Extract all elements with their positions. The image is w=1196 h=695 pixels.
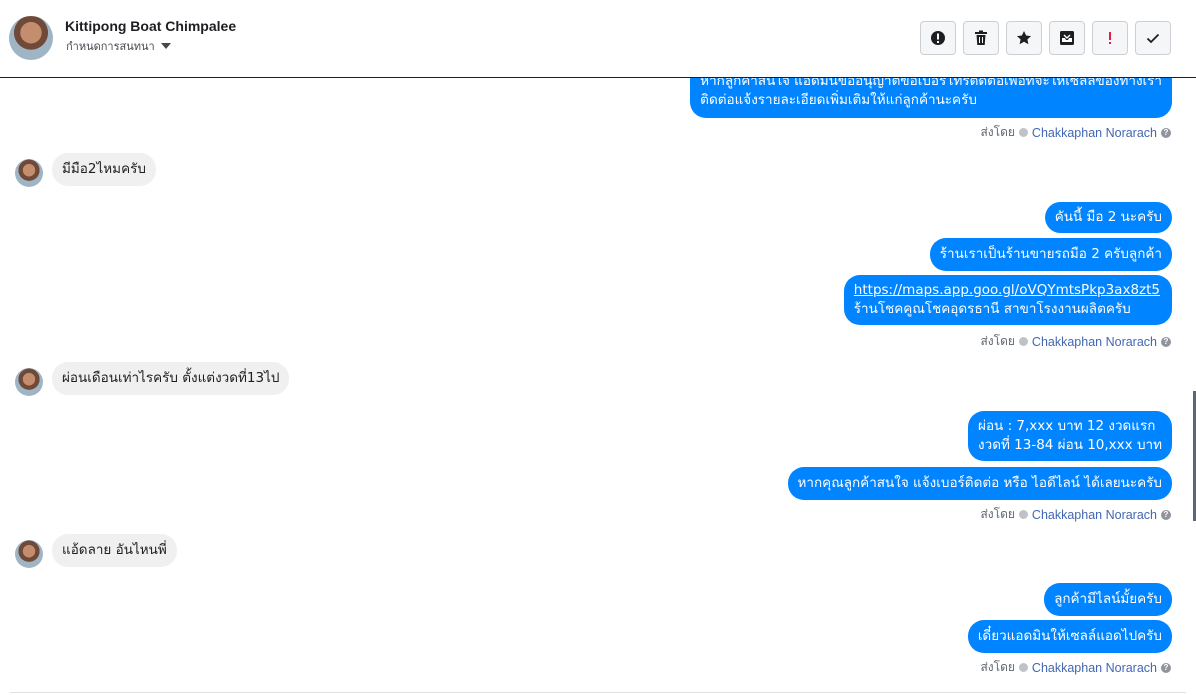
star-icon bbox=[1017, 31, 1031, 45]
sent-by-row: ส่งโดย Chakkaphan Norarach ? bbox=[980, 658, 1171, 677]
assign-conversation-dropdown[interactable]: กำหนดการสนทนา bbox=[66, 40, 171, 52]
sent-by-row: ส่งโดย Chakkaphan Norarach ? bbox=[980, 332, 1171, 351]
message-outgoing[interactable]: ลูกค้ามีไลน์มั้ยครับ bbox=[1044, 583, 1172, 616]
message-text: ผ่อน : 7,xxx บาท 12 งวดแรก bbox=[978, 418, 1156, 434]
message-incoming[interactable]: ผ่อนเดือนเท่าไรครับ ตั้งแต่งวดที่13ไป bbox=[52, 362, 290, 395]
message-incoming[interactable]: มีมือ2ไหมครับ bbox=[52, 153, 156, 186]
agent-status-icon bbox=[1018, 337, 1028, 346]
inbox-icon bbox=[1060, 31, 1074, 45]
sent-by-label: ส่งโดย bbox=[980, 507, 1015, 521]
agent-name[interactable]: Chakkaphan Norarach bbox=[1032, 335, 1157, 349]
sent-by-label: ส่งโดย bbox=[980, 334, 1015, 348]
contact-name[interactable]: Kittipong Boat Chimpalee bbox=[65, 18, 236, 34]
divider bbox=[10, 692, 1186, 693]
exclamation-icon bbox=[1109, 32, 1111, 44]
message-outgoing[interactable]: คันนี้ มือ 2 นะครับ bbox=[1044, 202, 1172, 233]
mark-done-button[interactable] bbox=[1135, 21, 1171, 55]
message-outgoing[interactable]: เดี๋ยวแอดมินให้เซลล์แอดไปครับ bbox=[967, 620, 1172, 653]
conversation-toolbar bbox=[920, 21, 1171, 55]
message-incoming[interactable]: แอ้ดลาย อันไหนพี่ bbox=[52, 534, 177, 567]
sent-by-row: ส่งโดย Chakkaphan Norarach ? bbox=[980, 123, 1171, 142]
delete-button[interactable] bbox=[963, 21, 999, 55]
star-button[interactable] bbox=[1006, 21, 1042, 55]
agent-name[interactable]: Chakkaphan Norarach bbox=[1032, 126, 1157, 140]
help-icon[interactable]: ? bbox=[1161, 662, 1171, 673]
agent-status-icon bbox=[1018, 663, 1028, 672]
message-outgoing[interactable]: https://maps.app.goo.gl/oVQYmtsPkp3ax8zt… bbox=[843, 275, 1172, 325]
message-text: หากลูกค้าสนใจ แอดมินขออนุญาตขอเบอร์โทรติ… bbox=[700, 78, 1162, 89]
agent-name[interactable]: Chakkaphan Norarach bbox=[1032, 661, 1157, 675]
contact-avatar bbox=[15, 540, 43, 568]
follow-up-button[interactable] bbox=[1092, 21, 1128, 55]
contact-avatar bbox=[15, 159, 43, 187]
alert-circle-icon bbox=[931, 31, 945, 45]
sent-by-label: ส่งโดย bbox=[980, 660, 1015, 674]
message-outgoing[interactable]: หากลูกค้าสนใจ แอดมินขออนุญาตขอเบอร์โทรติ… bbox=[690, 78, 1172, 118]
agent-status-icon bbox=[1018, 128, 1028, 137]
agent-name[interactable]: Chakkaphan Norarach bbox=[1032, 508, 1157, 522]
message-thread: หากลูกค้าสนใจ แอดมินขออนุญาตขอเบอร์โทรติ… bbox=[0, 78, 1196, 695]
chevron-down-icon bbox=[160, 43, 171, 49]
help-icon[interactable]: ? bbox=[1161, 509, 1171, 520]
trash-icon bbox=[975, 30, 987, 45]
message-outgoing[interactable]: ร้านเราเป็นร้านขายรถมือ 2 ครับลูกค้า bbox=[929, 238, 1172, 271]
maps-link[interactable]: https://maps.app.goo.gl/oVQYmtsPkp3ax8zt… bbox=[854, 281, 1160, 300]
message-text: งวดที่ 13-84 ผ่อน 10,xxx บาท bbox=[978, 437, 1162, 453]
message-text: ร้านโชคคูณโชคอุดรธานี สาขาโรงงานผลิตครับ bbox=[853, 301, 1131, 317]
contact-avatar[interactable] bbox=[9, 16, 53, 60]
sent-by-row: ส่งโดย Chakkaphan Norarach ? bbox=[980, 505, 1171, 524]
check-icon bbox=[1146, 33, 1160, 44]
message-text: ติดต่อแจ้งรายละเอียดเพิ่มเติมให้แก่ลูกค้… bbox=[700, 92, 977, 108]
message-outgoing[interactable]: หากคุณลูกค้าสนใจ แจ้งเบอร์ติดต่อ หรือ ไอ… bbox=[787, 467, 1172, 500]
help-icon[interactable]: ? bbox=[1161, 127, 1171, 138]
message-outgoing[interactable]: ผ่อน : 7,xxx บาท 12 งวดแรก งวดที่ 13-84 … bbox=[968, 411, 1172, 461]
contact-avatar bbox=[15, 368, 43, 396]
move-to-inbox-button[interactable] bbox=[1049, 21, 1085, 55]
help-icon[interactable]: ? bbox=[1161, 336, 1171, 347]
sent-by-label: ส่งโดย bbox=[980, 125, 1015, 139]
assign-label: กำหนดการสนทนา bbox=[66, 41, 155, 52]
spam-button[interactable] bbox=[920, 21, 956, 55]
agent-status-icon bbox=[1018, 510, 1028, 519]
conversation-header: Kittipong Boat Chimpalee กำหนดการสนทนา bbox=[0, 0, 1196, 78]
